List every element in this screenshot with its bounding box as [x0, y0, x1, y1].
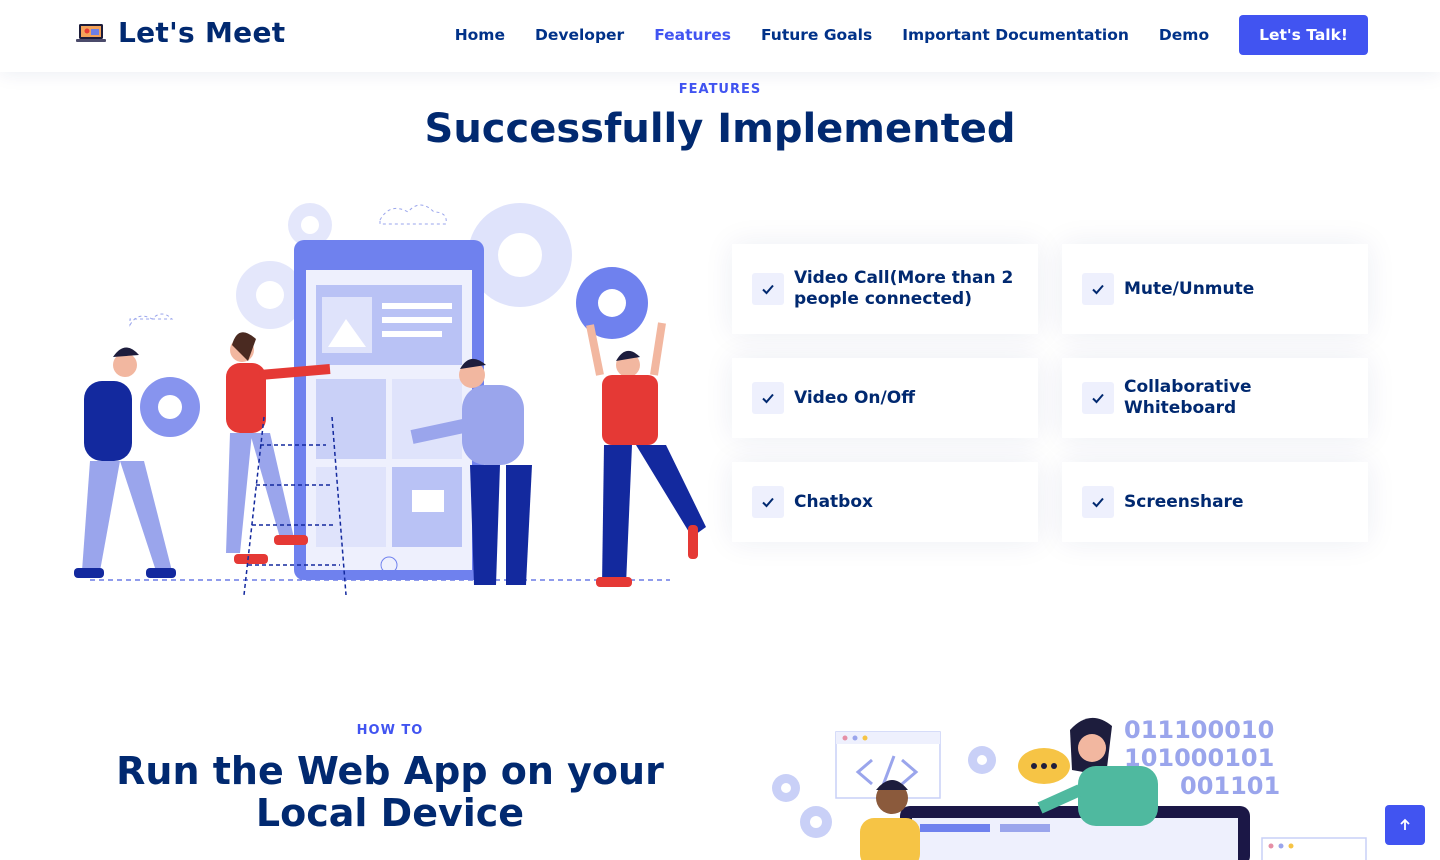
arrow-up-icon [1400, 818, 1410, 830]
feature-card-mute-unmute: Mute/Unmute [1062, 244, 1368, 334]
howto-title: Run the Web App on your Local Device [116, 749, 664, 835]
check-icon [1082, 273, 1114, 305]
lets-talk-button[interactable]: Let's Talk! [1239, 15, 1368, 55]
howto-kicker: HOW TO [356, 723, 424, 738]
feature-card-collaborative-whiteboard: Collaborative Whiteboard [1062, 358, 1368, 438]
check-icon [1082, 382, 1114, 414]
nav-features[interactable]: Features [654, 15, 731, 55]
feature-label: Collaborative Whiteboard [1124, 377, 1252, 418]
feature-label: Mute/Unmute [1124, 278, 1255, 299]
team-building-app-illustration [74, 203, 706, 596]
logo[interactable]: Let's Meet [76, 16, 285, 49]
features-title: Successfully Implemented [424, 106, 1016, 152]
nav-developer[interactable]: Developer [535, 15, 624, 55]
main-nav: Home Developer Features Future Goals Imp… [425, 15, 1368, 55]
laptop-logo-icon [76, 23, 106, 42]
feature-card-video-on-off: Video On/Off [732, 358, 1038, 438]
nav-home[interactable]: Home [455, 15, 505, 55]
feature-label: Chatbox [794, 491, 873, 512]
developers-coding-illustration: 011100010 101000101 001101 [772, 716, 1367, 860]
feature-card-chatbox: Chatbox [732, 462, 1038, 542]
check-icon [1082, 486, 1114, 518]
site-header: Let's Meet Home Developer Features Futur… [0, 0, 1440, 72]
features-kicker: FEATURES [678, 82, 762, 97]
logo-text: Let's Meet [118, 16, 286, 49]
nav-future-goals[interactable]: Future Goals [761, 15, 872, 55]
check-icon [752, 273, 784, 305]
feature-label: Video Call(More than 2 people connected) [794, 268, 1014, 309]
feature-card-video-call: Video Call(More than 2 people connected) [732, 244, 1038, 334]
check-icon [752, 382, 784, 414]
binary-line-1: 011100010 [1124, 716, 1274, 744]
binary-line-3: 001101 [1180, 772, 1280, 800]
nav-demo[interactable]: Demo [1159, 15, 1209, 55]
feature-label: Video On/Off [794, 387, 915, 408]
nav-important-documentation[interactable]: Important Documentation [902, 15, 1129, 55]
back-to-top-button[interactable] [1385, 805, 1425, 845]
feature-card-screenshare: Screenshare [1062, 462, 1368, 542]
check-icon [752, 486, 784, 518]
feature-label: Screenshare [1124, 491, 1244, 512]
